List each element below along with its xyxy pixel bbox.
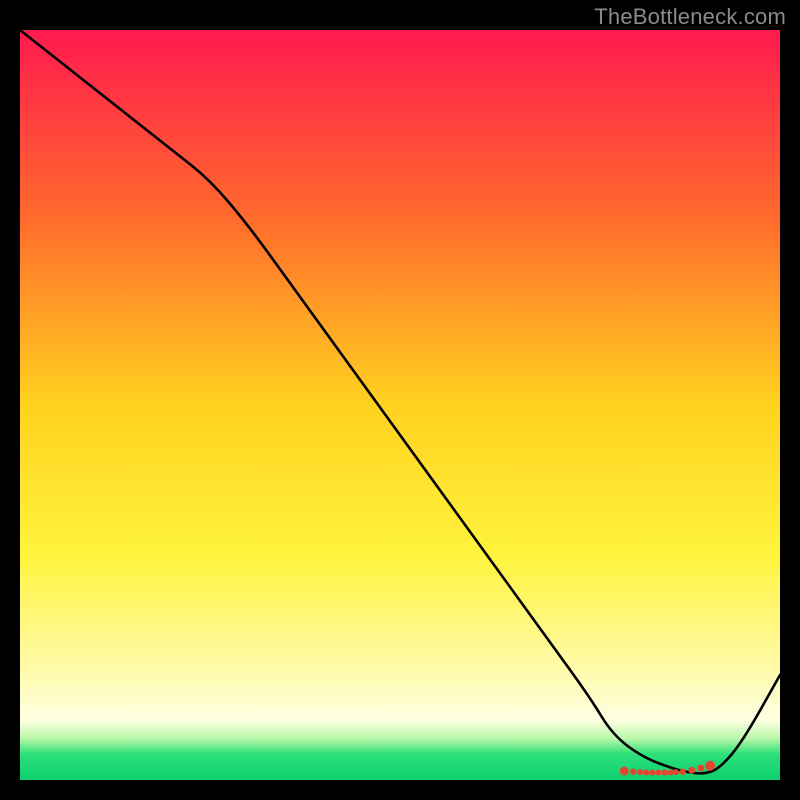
marker-dot (673, 769, 679, 775)
chart-svg (0, 0, 800, 800)
marker-dot (668, 770, 674, 776)
marker-dot (643, 770, 649, 776)
marker-dot (620, 767, 629, 776)
marker-dot (705, 761, 715, 771)
marker-dot (697, 765, 704, 772)
marker-dot (680, 769, 686, 775)
marker-dot (688, 767, 695, 774)
marker-dot (649, 770, 655, 776)
plot-background (20, 30, 780, 780)
watermark-label: TheBottleneck.com (594, 4, 786, 30)
marker-dot (637, 769, 643, 775)
marker-dot (630, 769, 636, 775)
marker-dot (661, 770, 667, 776)
marker-dot (655, 770, 661, 776)
chart-container (0, 0, 800, 800)
